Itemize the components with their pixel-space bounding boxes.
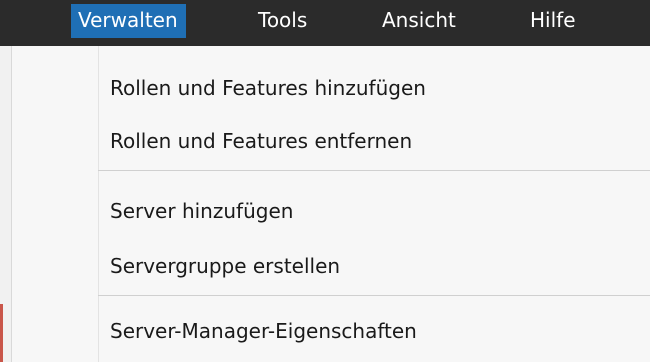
menu-item-rollen-features-entfernen[interactable]: Rollen und Features entfernen [110,126,412,156]
menu-tools[interactable]: Tools [258,0,307,46]
menu-ansicht[interactable]: Ansicht [382,0,456,46]
menu-separator [98,295,650,296]
menu-separator [98,170,650,171]
menu-icon-gutter-line [98,46,99,362]
menu-verwalten[interactable]: Verwalten [71,4,186,38]
menu-hilfe[interactable]: Hilfe [530,0,576,46]
window-left-edge [0,46,12,362]
verwalten-dropdown-menu: Rollen und Features hinzufügen Rollen un… [12,46,650,362]
menu-item-servergruppe-erstellen[interactable]: Servergruppe erstellen [110,251,340,281]
menu-item-rollen-features-hinzufuegen[interactable]: Rollen und Features hinzufügen [110,73,426,103]
menu-bar: Verwalten Tools Ansicht Hilfe [0,0,650,46]
menu-item-server-hinzufuegen[interactable]: Server hinzufügen [110,196,293,226]
menu-item-server-manager-eigenschaften[interactable]: Server-Manager-Eigenschaften [110,316,417,346]
left-edge-accent [0,304,3,362]
